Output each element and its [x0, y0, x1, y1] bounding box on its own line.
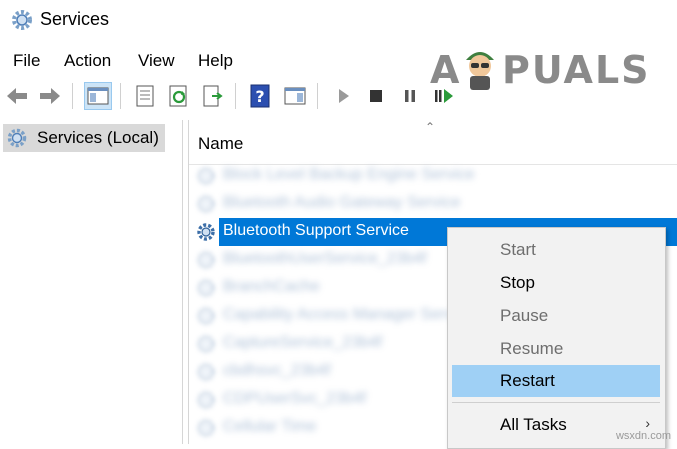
refresh-button[interactable]: [165, 82, 193, 110]
menu-item-label: Start: [500, 240, 536, 259]
refresh-icon: [169, 85, 187, 107]
menu-action[interactable]: Action: [64, 51, 111, 71]
title-bar: Services: [0, 0, 677, 40]
show-action-pane-button[interactable]: [281, 82, 309, 110]
chevron-right-icon: ›: [645, 415, 650, 431]
toolbar-separator: [72, 83, 73, 109]
context-menu: Start Stop Pause Resume Restart All Task…: [447, 227, 666, 449]
restart-icon: [435, 89, 453, 103]
start-service-button[interactable]: [329, 82, 357, 110]
tree-item-label: Services (Local): [37, 128, 159, 147]
export-icon: [203, 85, 223, 107]
context-menu-pause[interactable]: Pause: [452, 300, 660, 332]
gear-icon: [197, 363, 215, 381]
forward-button[interactable]: [36, 82, 64, 110]
context-menu-resume[interactable]: Resume: [452, 333, 660, 365]
restart-service-button[interactable]: [430, 82, 458, 110]
menu-separator: [452, 402, 660, 403]
back-button[interactable]: [3, 82, 31, 110]
service-name: Bluetooth Audio Gateway Service: [223, 194, 461, 211]
console-tree: Services (Local): [0, 120, 183, 444]
service-name: CaptureService_23b4f: [223, 334, 383, 351]
sort-ascending-icon: ⌃: [425, 120, 436, 134]
forward-arrow-icon: [40, 88, 60, 104]
back-arrow-icon: [7, 88, 27, 104]
menu-item-label: Resume: [500, 339, 564, 358]
watermark-text: wsxdn.com: [615, 430, 671, 442]
service-name: Bluetooth Support Service: [223, 222, 409, 239]
menu-view[interactable]: View: [138, 51, 175, 71]
context-menu-stop[interactable]: Stop: [452, 267, 660, 299]
svg-text:?: ?: [255, 87, 264, 106]
gear-icon: [197, 419, 215, 437]
console-tree-icon: [87, 87, 109, 105]
gear-icon: [197, 391, 215, 409]
service-name: Cellular Time: [223, 418, 317, 435]
service-name: Block Level Backup Engine Service: [223, 166, 475, 183]
service-name: BranchCache: [223, 278, 320, 295]
gear-icon: [197, 251, 215, 269]
window-title: Services: [40, 9, 110, 29]
pause-service-button[interactable]: [396, 82, 424, 110]
play-icon: [339, 89, 349, 103]
gear-icon: [7, 128, 27, 148]
stop-service-button[interactable]: [362, 82, 390, 110]
export-list-button[interactable]: [199, 82, 227, 110]
gear-icon: [197, 195, 215, 213]
stop-icon: [370, 90, 382, 102]
gear-icon: [197, 223, 215, 241]
menu-help[interactable]: Help: [198, 51, 233, 71]
properties-button[interactable]: [131, 82, 159, 110]
service-name: CDPUserSvc_23b4f: [223, 390, 367, 407]
document-icon: [136, 85, 154, 107]
toolbar: ?: [0, 80, 677, 114]
toolbar-separator: [120, 83, 121, 109]
gear-icon: [12, 10, 32, 30]
show-hide-console-tree-button[interactable]: [84, 82, 112, 110]
context-menu-restart[interactable]: Restart: [452, 365, 660, 397]
column-header-label: Name: [198, 134, 244, 153]
gear-icon: [197, 335, 215, 353]
service-name: cbdhsvc_23b4f: [223, 362, 331, 379]
gear-icon: [197, 279, 215, 297]
service-name: BluetoothUserService_23b4f: [223, 250, 427, 267]
pause-icon: [405, 90, 415, 102]
table-row[interactable]: Bluetooth Audio Gateway Service: [189, 190, 677, 218]
toolbar-separator: [235, 83, 236, 109]
toolbar-separator: [317, 83, 318, 109]
context-menu-start[interactable]: Start: [452, 234, 660, 266]
menu-item-label: All Tasks: [500, 415, 567, 434]
tree-item-services-local[interactable]: Services (Local): [3, 124, 165, 152]
gear-icon: [197, 167, 215, 185]
menu-item-label: Stop: [500, 273, 535, 292]
menu-item-label: Pause: [500, 306, 549, 325]
gear-icon: [197, 307, 215, 325]
menu-file[interactable]: File: [13, 51, 40, 71]
help-button[interactable]: ?: [246, 82, 274, 110]
table-row[interactable]: Block Level Backup Engine Service: [189, 162, 677, 190]
action-pane-icon: [284, 87, 306, 105]
service-name: Capability Access Manager Service: [223, 306, 474, 323]
column-header-name[interactable]: ⌃ Name: [189, 120, 677, 165]
menu-item-label: Restart: [500, 371, 555, 390]
help-icon: ?: [250, 84, 270, 108]
